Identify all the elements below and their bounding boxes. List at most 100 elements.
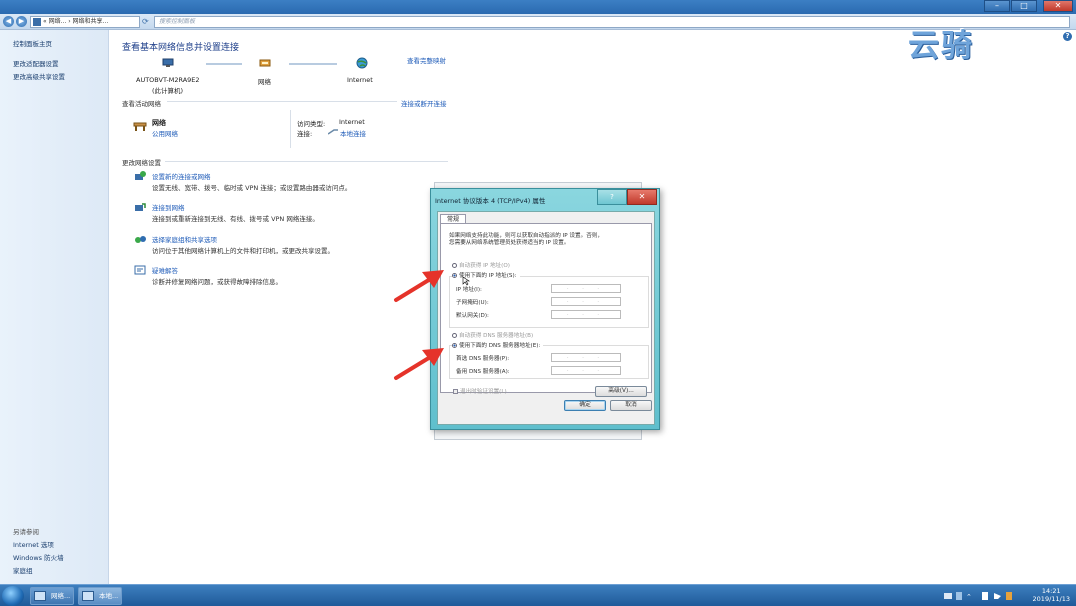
default-gateway-input[interactable]: . . . [551, 310, 621, 319]
connections-label: 连接: [297, 130, 313, 138]
general-tab-panel: 如果网络支持此功能，则可以获取自动指派的 IP 设置。否则， 您需要从网络系统管… [440, 223, 652, 397]
red-arrow-dns [394, 348, 444, 380]
network-icon [259, 59, 271, 67]
taskbar: 网络... 本地... ⌃ 14:21 2019/11/13 [0, 584, 1076, 606]
connect-network-icon [135, 203, 146, 211]
task-title[interactable]: 选择家庭组和共享选项 [152, 234, 217, 244]
cancel-button[interactable]: 取消 [610, 400, 652, 411]
network-label: 网络 [258, 78, 271, 86]
close-button[interactable]: ✕ [1043, 0, 1073, 12]
taskbar-item-local[interactable]: 本地... [78, 587, 122, 605]
task-description: 设置无线、宽带、拨号、临时或 VPN 连接；或设置路由器或访问点。 [152, 184, 352, 192]
change-adapter-settings-link[interactable]: 更改适配器设置 [13, 58, 59, 68]
forward-button[interactable]: ▶ [16, 16, 27, 27]
breadcrumb: « 网络... › 网络和共享... [43, 18, 109, 25]
view-full-map-link[interactable]: 查看完整映射 [407, 55, 446, 65]
preferred-dns-label: 首选 DNS 服务器(P): [456, 356, 510, 362]
alternate-dns-input[interactable]: . . . [551, 366, 621, 375]
dialog-body: 常规 如果网络支持此功能，则可以获取自动指派的 IP 设置。否则， 您需要从网络… [437, 211, 655, 425]
globe-icon [356, 57, 368, 69]
start-button[interactable] [2, 586, 24, 606]
mouse-cursor-icon [462, 276, 470, 286]
bench-network-icon [133, 122, 147, 131]
dialog-help-button[interactable]: ? [597, 189, 627, 205]
see-also-heading: 另请参阅 [13, 528, 39, 536]
advanced-button[interactable]: 高级(V)... [595, 386, 647, 397]
new-connection-icon [135, 171, 146, 180]
clock-date: 2019/11/13 [1032, 595, 1070, 603]
window-title-bar: – □ ✕ [0, 0, 1076, 14]
left-navigation-pane: 控制面板主页 更改适配器设置 更改高级共享设置 另请参阅 Internet 选项… [0, 30, 109, 584]
radio-auto-dns[interactable] [452, 333, 457, 338]
preferred-dns-input[interactable]: . . . [551, 353, 621, 362]
local-connection-window-icon [82, 591, 94, 601]
task-title[interactable]: 连接到网络 [152, 202, 185, 212]
task-title[interactable]: 疑难解答 [152, 265, 178, 275]
validate-checkbox[interactable] [453, 389, 458, 394]
taskbar-item-network[interactable]: 网络... [30, 587, 74, 605]
divider [165, 161, 448, 162]
local-connection-link[interactable]: 本地连接 [340, 128, 366, 138]
homegroup-link[interactable]: 家庭组 [13, 565, 33, 575]
radio-manual-ip[interactable] [452, 273, 457, 278]
alternate-dns-label: 备用 DNS 服务器(A): [456, 369, 510, 375]
homegroup-icon [135, 236, 146, 243]
subnet-mask-input[interactable]: . . . [551, 297, 621, 306]
validate-on-exit-option[interactable]: 退出时验证设置(L) [453, 387, 507, 395]
dialog-title: Internet 协议版本 4 (TCP/IPv4) 属性 [435, 197, 546, 205]
change-advanced-sharing-link[interactable]: 更改高级共享设置 [13, 71, 65, 81]
network-type-link[interactable]: 公用网络 [152, 128, 178, 138]
clock-time: 14:21 [1041, 587, 1061, 595]
taskbar-item-label: 本地... [99, 592, 119, 600]
computer-subtitle: (此计算机) [152, 87, 184, 95]
access-type-value: Internet [339, 118, 365, 126]
refresh-icon[interactable]: ⟳ [142, 16, 152, 28]
network-window-icon [34, 591, 46, 601]
active-network-name: 网络 [152, 119, 166, 127]
manual-dns-option[interactable]: 使用下面的 DNS 服务器地址(E): [452, 341, 544, 349]
auto-dns-option[interactable]: 自动获得 DNS 服务器地址(B) [452, 331, 533, 339]
system-tray: ⌃ 14:21 2019/11/13 [936, 585, 1076, 606]
help-icon[interactable]: ? [1063, 32, 1072, 41]
svg-text:⌃: ⌃ [966, 593, 972, 601]
dialog-close-button[interactable]: ✕ [627, 189, 657, 205]
internet-options-link[interactable]: Internet 选项 [13, 539, 54, 549]
vertical-divider [290, 110, 291, 148]
connect-disconnect-link[interactable]: 连接或断开连接 [401, 98, 447, 108]
manual-dns-label: 使用下面的 DNS 服务器地址(E): [459, 343, 541, 349]
minimize-button[interactable]: – [984, 0, 1010, 12]
intro-text-line2: 您需要从网络系统管理员处获得适当的 IP 设置。 [449, 240, 570, 246]
change-settings-heading: 更改网络设置 [122, 159, 161, 167]
task-description: 访问位于其他网络计算机上的文件和打印机，或更改共享设置。 [152, 247, 334, 255]
troubleshoot-icon [134, 265, 146, 275]
active-networks-heading: 查看活动网络 [122, 100, 161, 108]
task-description: 诊断并修复网络问题，或获得故障排除信息。 [152, 278, 282, 286]
subnet-mask-label: 子网掩码(U): [456, 300, 489, 306]
ip-address-input[interactable]: . . . [551, 284, 621, 293]
clock[interactable]: 14:21 2019/11/13 [1033, 587, 1070, 603]
control-panel-icon [33, 18, 41, 26]
connection-line-2 [289, 63, 337, 65]
ok-button[interactable]: 确定 [564, 400, 606, 411]
address-field[interactable]: « 网络... › 网络和共享... [30, 16, 140, 28]
ip-address-label: IP 地址(I): [456, 287, 482, 293]
red-arrow-ip [394, 270, 444, 302]
task-title[interactable]: 设置新的连接或网络 [152, 171, 211, 181]
default-gateway-label: 默认网关(D): [456, 313, 489, 319]
auto-ip-label: 自动获得 IP 地址(O) [459, 263, 510, 269]
page-title: 查看基本网络信息并设置连接 [122, 43, 240, 53]
divider [167, 101, 397, 102]
windows-firewall-link[interactable]: Windows 防火墙 [13, 552, 64, 562]
tray-icons[interactable]: ⌃ [944, 591, 1014, 601]
back-button[interactable]: ◀ [3, 16, 14, 27]
auto-ip-option[interactable]: 自动获得 IP 地址(O) [452, 261, 510, 269]
task-description: 连接到或重新连接到无线、有线、拨号或 VPN 网络连接。 [152, 215, 319, 223]
control-panel-home-link[interactable]: 控制面板主页 [13, 38, 52, 48]
connection-line-1 [206, 63, 242, 65]
radio-auto-ip[interactable] [452, 263, 457, 268]
auto-dns-label: 自动获得 DNS 服务器地址(B) [459, 333, 534, 339]
internet-label: Internet [347, 76, 373, 84]
access-type-label: 访问类型: [297, 120, 326, 128]
maximize-button[interactable]: □ [1011, 0, 1037, 12]
radio-manual-dns[interactable] [452, 343, 457, 348]
